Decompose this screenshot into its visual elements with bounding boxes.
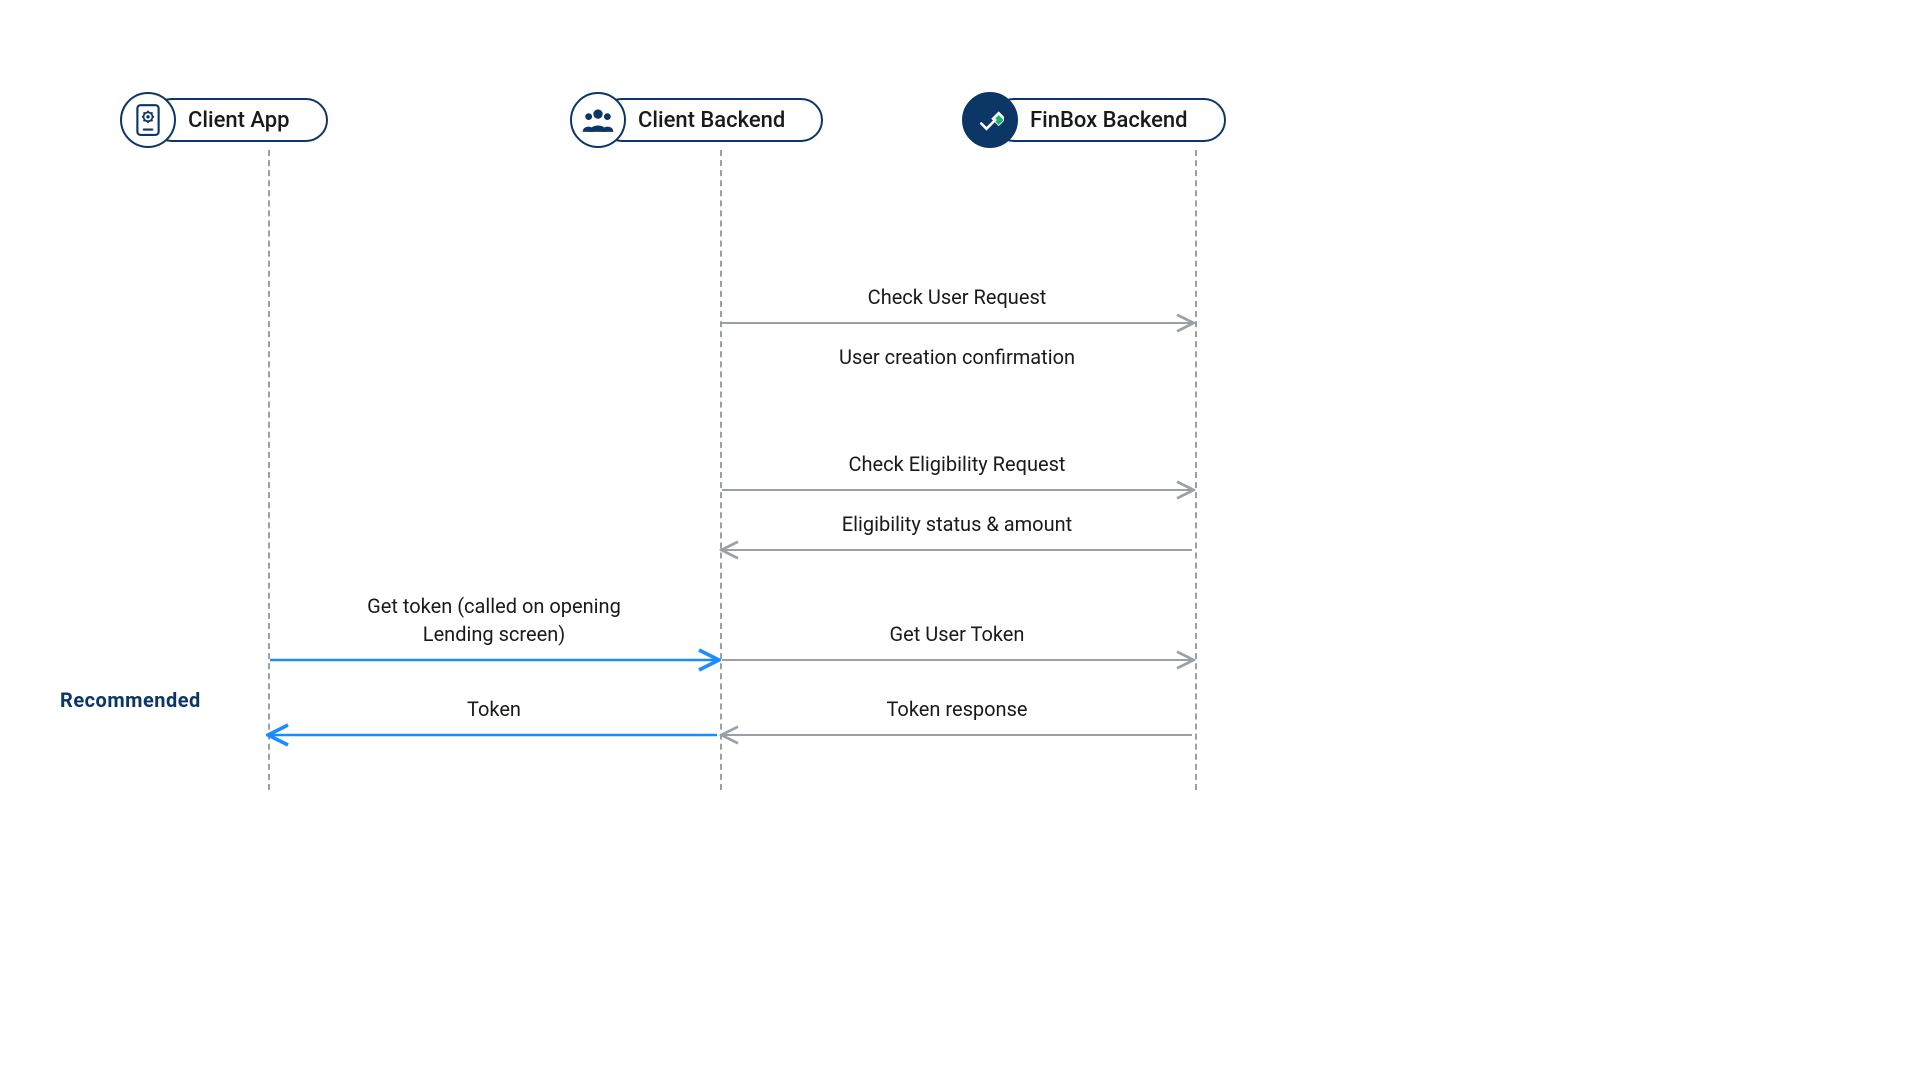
actor-client-backend: Client Backend	[570, 92, 823, 148]
lifeline-finbox-backend	[1195, 150, 1197, 790]
actor-label: FinBox Backend	[1030, 108, 1188, 133]
label-get-user-token: Get User Token	[737, 622, 1177, 646]
lifeline-client-app	[268, 150, 270, 790]
users-group-icon	[570, 92, 626, 148]
finbox-logo-icon	[962, 92, 1018, 148]
label-get-token-line1: Get token (called on opening	[274, 594, 714, 618]
label-user-creation-confirmation: User creation confirmation	[737, 345, 1177, 369]
actor-label: Client Backend	[638, 108, 785, 133]
actor-finbox-backend-label: FinBox Backend	[992, 98, 1226, 142]
actor-client-app: Client App	[120, 92, 328, 148]
phone-settings-icon	[120, 92, 176, 148]
actor-client-backend-label: Client Backend	[600, 98, 823, 142]
actor-finbox-backend: FinBox Backend	[962, 92, 1226, 148]
annotation-recommended: Recommended	[60, 688, 201, 712]
sequence-diagram: Client App Client Backend	[0, 0, 1458, 816]
label-eligibility-status: Eligibility status & amount	[737, 512, 1177, 536]
label-token-response: Token response	[737, 697, 1177, 721]
label-token: Token	[274, 697, 714, 721]
label-get-token-line2: Lending screen)	[274, 622, 714, 646]
actor-client-app-label: Client App	[150, 98, 328, 142]
label-check-eligibility-request: Check Eligibility Request	[737, 452, 1177, 476]
label-check-user-request: Check User Request	[737, 285, 1177, 309]
lifeline-client-backend	[720, 150, 722, 790]
actor-label: Client App	[188, 108, 290, 133]
